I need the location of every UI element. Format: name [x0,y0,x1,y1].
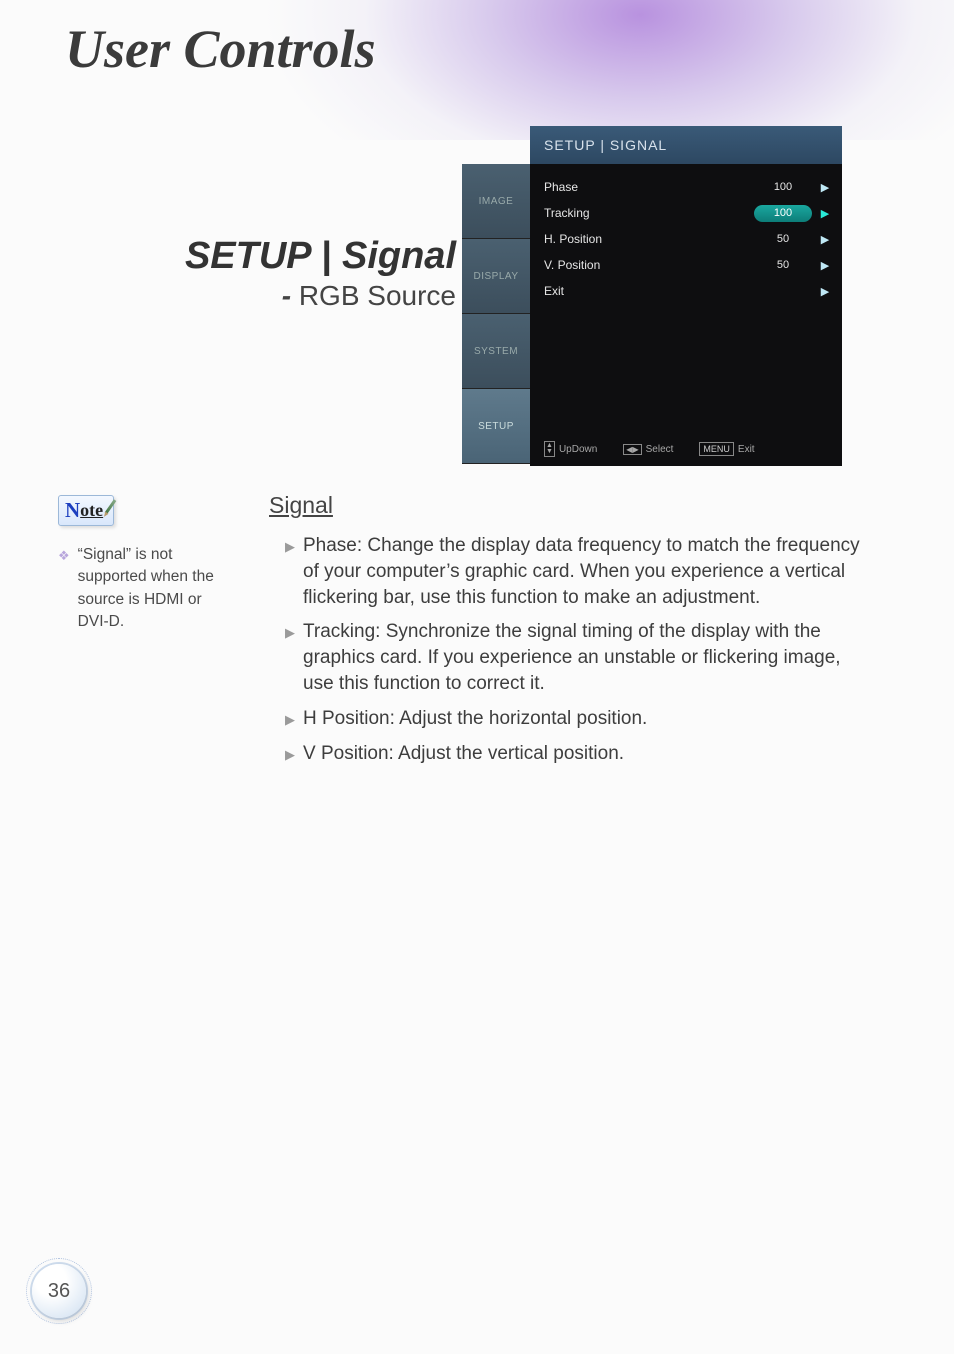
note-badge-n: N [65,498,80,523]
osd-row-exit[interactable]: Exit ▶ [544,278,832,304]
osd-screenshot: IMAGE DISPLAY SYSTEM SETUP SETUP | SIGNA… [462,126,842,466]
osd-row-label: Tracking [544,206,754,220]
note-sidebar: Note ❖ “Signal” is not supported when th… [58,495,228,634]
osd-title: SETUP | SIGNAL [530,126,842,164]
body-subhead: Signal [269,492,875,519]
osd-row-label: Phase [544,180,754,194]
list-item-text: V Position: Adjust the vertical position… [303,741,624,767]
osd-row-label: H. Position [544,232,754,246]
body-content: Signal ▶ Phase: Change the display data … [255,492,875,776]
note-item: ❖ “Signal” is not supported when the sou… [58,544,228,634]
osd-row-vposition[interactable]: V. Position 50 ▶ [544,252,832,278]
osd-hint-updown: ▲▼ UpDown [544,441,597,457]
osd-footer: ▲▼ UpDown ◀▶ Select MENU Exit [530,436,842,466]
osd-row-label: V. Position [544,258,754,272]
osd-row-tracking[interactable]: Tracking 100 ▶ [544,200,832,226]
osd-body: Phase 100 ▶ Tracking 100 ▶ H. Position 5… [530,164,842,436]
osd-row-value: 50 [754,233,812,245]
osd-row-value: 50 [754,259,812,271]
section-heading-block: SETUP | Signal - RGB Source [136,235,456,312]
page-number-badge: 36 [32,1264,86,1318]
osd-row-value: 100 [754,205,812,222]
updown-arrows-icon: ▲▼ [544,441,555,457]
arrow-right-icon: ▶ [818,207,832,220]
osd-row-value: 100 [754,181,812,193]
list-item-text: Tracking: Synchronize the signal timing … [303,619,875,696]
diamond-bullet-icon: ❖ [58,547,70,634]
body-list: ▶ Phase: Change the display data frequen… [255,533,875,767]
arrow-right-icon: ▶ [818,285,832,298]
triangle-bullet-icon: ▶ [285,711,295,732]
list-item-text: H Position: Adjust the horizontal positi… [303,706,647,732]
page-number: 36 [48,1280,70,1303]
header-banner: User Controls [0,0,954,140]
osd-row-phase[interactable]: Phase 100 ▶ [544,174,832,200]
section-sub-text: RGB Source [291,280,456,311]
menu-key-icon: MENU [699,442,734,456]
arrow-right-icon: ▶ [818,259,832,272]
list-item: ▶ V Position: Adjust the vertical positi… [255,741,875,767]
osd-panel: SETUP | SIGNAL Phase 100 ▶ Tracking 100 … [530,126,842,466]
section-heading: SETUP | Signal [136,235,456,278]
osd-hint-updown-label: UpDown [559,444,597,455]
arrow-right-icon: ▶ [818,181,832,194]
triangle-bullet-icon: ▶ [285,746,295,767]
osd-tab-strip: IMAGE DISPLAY SYSTEM SETUP [462,164,530,464]
list-item: ▶ Phase: Change the display data frequen… [255,533,875,610]
leftright-arrows-icon: ◀▶ [623,444,641,455]
osd-tab-display[interactable]: DISPLAY [462,239,530,314]
arrow-right-icon: ▶ [818,233,832,246]
osd-hint-select: ◀▶ Select [623,444,673,455]
section-sub-dash: - [282,280,291,311]
list-item: ▶ Tracking: Synchronize the signal timin… [255,619,875,696]
osd-hint-exit-label: Exit [738,444,755,455]
note-badge: Note [58,495,114,526]
osd-hint-exit: MENU Exit [699,442,754,456]
section-subheading: - RGB Source [136,280,456,312]
triangle-bullet-icon: ▶ [285,538,295,610]
list-item: ▶ H Position: Adjust the horizontal posi… [255,706,875,732]
osd-hint-select-label: Select [646,444,674,455]
osd-row-label: Exit [544,284,754,298]
osd-tab-setup[interactable]: SETUP [462,389,530,464]
osd-row-hposition[interactable]: H. Position 50 ▶ [544,226,832,252]
osd-tab-system[interactable]: SYSTEM [462,314,530,389]
note-text: “Signal” is not supported when the sourc… [78,544,228,634]
list-item-text: Phase: Change the display data frequency… [303,533,875,610]
osd-tab-image[interactable]: IMAGE [462,164,530,239]
page-title: User Controls [65,18,376,80]
triangle-bullet-icon: ▶ [285,624,295,696]
